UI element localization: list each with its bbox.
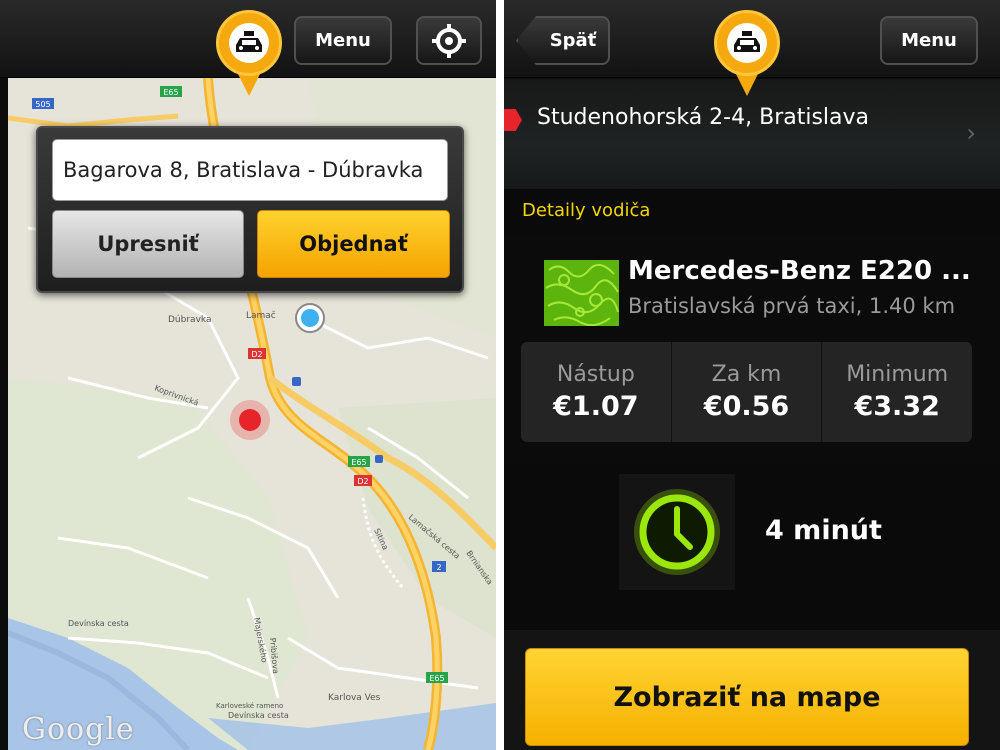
driver-avatar (544, 260, 619, 326)
search-panel: Upresniť Objednať (36, 126, 464, 293)
taxi-icon (734, 31, 760, 52)
fare-label: Nástup (556, 362, 635, 387)
map-screen: 505 E65 E65 E65 D2 D2 2 Dúbravka Lamač K… (0, 0, 496, 750)
back-button[interactable]: Späť (516, 16, 610, 65)
crosshair-icon (432, 23, 466, 58)
map-label: D2 (357, 477, 368, 486)
fare-minimum: Minimum €3.32 (822, 342, 972, 442)
fare-table: Nástup €1.07 Za km €0.56 Minimum €3.32 (521, 342, 972, 442)
order-button[interactable]: Objednať (257, 210, 450, 278)
map-label: Karloveské rameno (216, 702, 283, 710)
section-title: Detaily vodiča (522, 200, 651, 221)
show-on-map-button[interactable]: Zobraziť na mape (525, 648, 969, 746)
map-label: E65 (351, 458, 366, 467)
google-logo: Google (22, 712, 135, 747)
back-button-label: Späť (549, 30, 597, 51)
map-label: E65 (163, 88, 178, 97)
driver-details-screen: Späť Menu Studenohorská 2-4, Bratislava … (504, 0, 1000, 750)
fare-value: €1.07 (553, 391, 639, 422)
map-label: Karlova Ves (328, 693, 381, 703)
fare-value: €3.32 (854, 391, 940, 422)
map-label: Lamač (246, 310, 276, 321)
divider (496, 0, 504, 750)
app-root: 505 E65 E65 E65 D2 D2 2 Dúbravka Lamač K… (0, 0, 1000, 750)
fare-label: Minimum (846, 362, 949, 387)
eta-text: 4 minút (765, 515, 882, 546)
fare-per-km: Za km €0.56 (672, 342, 823, 442)
menu-button[interactable]: Menu (294, 16, 392, 65)
refine-button[interactable]: Upresniť (52, 210, 244, 278)
fare-label: Za km (711, 362, 782, 387)
address-input[interactable] (52, 139, 448, 201)
map-label: E65 (429, 674, 444, 683)
map-label: 505 (35, 100, 50, 109)
car-name: Mercedes-Benz E220 ... (628, 256, 971, 286)
map-label: 2 (436, 563, 441, 572)
clock-icon (634, 489, 720, 575)
taxi-pin (714, 10, 780, 96)
destination-marker-icon (504, 109, 522, 131)
driver-card: Mercedes-Benz E220 ... Bratislavská prvá… (504, 236, 1000, 464)
map-label: Devínska cesta (228, 711, 289, 720)
eta-icon-box (619, 474, 735, 590)
taxi-company-distance: Bratislavská prvá taxi, 1.40 km (628, 294, 956, 318)
fare-boarding: Nástup €1.07 (521, 342, 672, 442)
selected-location-marker[interactable] (239, 409, 261, 431)
chevron-right-icon: › (966, 119, 976, 147)
map-label: Devínska cesta (68, 619, 129, 628)
map-label: Dúbravka (168, 315, 211, 325)
menu-button[interactable]: Menu (880, 16, 978, 65)
fare-value: €0.56 (703, 391, 790, 422)
taxi-icon (236, 31, 262, 52)
locate-button[interactable] (416, 16, 482, 65)
taxi-pin (216, 10, 282, 96)
address-text: Studenohorská 2-4, Bratislava (537, 105, 870, 130)
map-label: D2 (251, 350, 262, 359)
